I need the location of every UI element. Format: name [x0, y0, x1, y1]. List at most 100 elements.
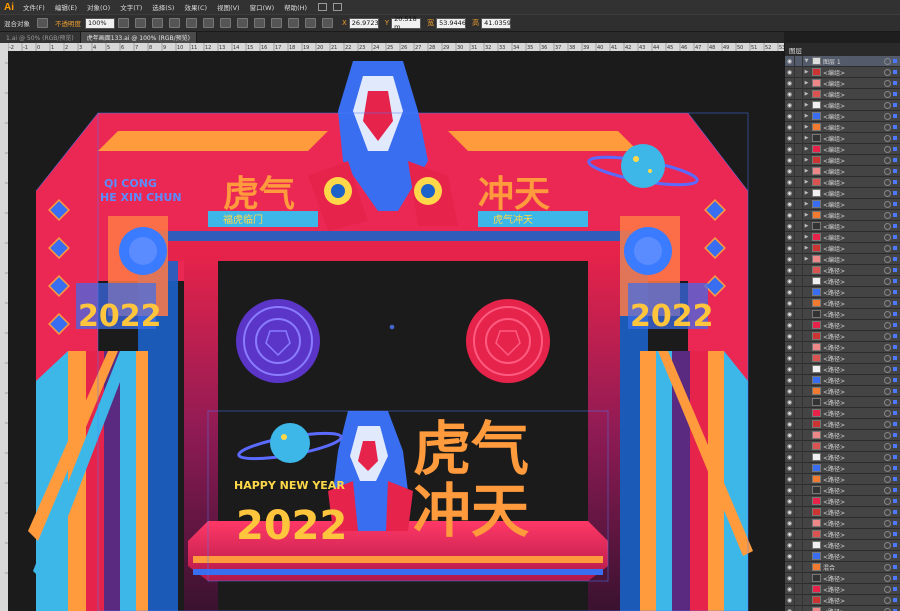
- layer-row[interactable]: ◉ <路径>: [785, 385, 900, 397]
- target-icon[interactable]: [884, 233, 891, 241]
- layer-row[interactable]: ◉ ▶ <编组>: [785, 242, 900, 254]
- target-icon[interactable]: [884, 244, 891, 252]
- visibility-eye-icon[interactable]: ◉: [785, 132, 795, 144]
- target-icon[interactable]: [884, 442, 891, 450]
- visibility-eye-icon[interactable]: ◉: [785, 352, 795, 364]
- target-icon[interactable]: [884, 519, 891, 527]
- lock-toggle[interactable]: [795, 308, 803, 320]
- visibility-eye-icon[interactable]: ◉: [785, 330, 795, 342]
- visibility-eye-icon[interactable]: ◉: [785, 154, 795, 166]
- visibility-eye-icon[interactable]: ◉: [785, 495, 795, 507]
- visibility-eye-icon[interactable]: ◉: [785, 374, 795, 386]
- target-icon[interactable]: [884, 189, 891, 197]
- target-icon[interactable]: [884, 398, 891, 406]
- layer-row[interactable]: ◉ <路径>: [785, 517, 900, 529]
- target-icon[interactable]: [884, 178, 891, 186]
- opacity-field[interactable]: 100%: [85, 17, 115, 29]
- transform-icon[interactable]: [305, 18, 316, 28]
- lock-toggle[interactable]: [795, 121, 803, 133]
- lock-toggle[interactable]: [795, 198, 803, 210]
- lock-toggle[interactable]: [795, 605, 803, 611]
- layer-row[interactable]: ◉ <路径>: [785, 495, 900, 507]
- visibility-eye-icon[interactable]: ◉: [785, 484, 795, 496]
- layer-row[interactable]: ◉ ▶ <编组>: [785, 220, 900, 232]
- visibility-eye-icon[interactable]: ◉: [785, 220, 795, 232]
- menu-item-6[interactable]: 视图(V): [212, 2, 245, 12]
- target-icon[interactable]: [884, 145, 891, 153]
- target-icon[interactable]: [884, 376, 891, 384]
- layer-row[interactable]: ◉ <路径>: [785, 286, 900, 298]
- target-icon[interactable]: [884, 57, 891, 65]
- expand-arrow-icon[interactable]: ▶: [803, 190, 810, 196]
- visibility-eye-icon[interactable]: ◉: [785, 77, 795, 89]
- layer-row[interactable]: ◉ ▶ <编组>: [785, 88, 900, 100]
- target-icon[interactable]: [884, 596, 891, 604]
- layer-row[interactable]: ◉ <路径>: [785, 396, 900, 408]
- vertical-ruler[interactable]: [0, 43, 8, 611]
- visibility-eye-icon[interactable]: ◉: [785, 253, 795, 265]
- visibility-eye-icon[interactable]: ◉: [785, 198, 795, 210]
- target-icon[interactable]: [884, 585, 891, 593]
- lock-toggle[interactable]: [795, 66, 803, 78]
- target-icon[interactable]: [884, 332, 891, 340]
- lock-toggle[interactable]: [795, 143, 803, 155]
- expand-arrow-icon[interactable]: ▶: [803, 80, 810, 86]
- menu-item-5[interactable]: 效果(C): [179, 2, 212, 12]
- layer-row[interactable]: ◉ <路径>: [785, 407, 900, 419]
- lock-toggle[interactable]: [795, 550, 803, 562]
- bridge-icon[interactable]: [318, 3, 328, 11]
- layer-row[interactable]: ◉ ▶ <编组>: [785, 176, 900, 188]
- visibility-eye-icon[interactable]: ◉: [785, 66, 795, 78]
- menu-item-4[interactable]: 选择(S): [147, 2, 179, 12]
- layer-row[interactable]: ◉ <路径>: [785, 308, 900, 320]
- target-icon[interactable]: [884, 508, 891, 516]
- target-icon[interactable]: [884, 387, 891, 395]
- align-center-icon[interactable]: [169, 18, 180, 28]
- align-bottom-icon[interactable]: [237, 18, 248, 28]
- visibility-eye-icon[interactable]: ◉: [785, 506, 795, 518]
- layer-row[interactable]: ◉ ▶ <编组>: [785, 121, 900, 133]
- target-icon[interactable]: [884, 321, 891, 329]
- layer-row[interactable]: ◉ ▶ <编组>: [785, 132, 900, 144]
- visibility-eye-icon[interactable]: ◉: [785, 286, 795, 298]
- layer-row[interactable]: ◉ ▶ <编组>: [785, 253, 900, 265]
- lock-toggle[interactable]: [795, 165, 803, 177]
- lock-toggle[interactable]: [795, 407, 803, 419]
- expand-arrow-icon[interactable]: ▶: [803, 212, 810, 218]
- menu-item-1[interactable]: 编辑(E): [50, 2, 82, 12]
- layer-row[interactable]: ◉ <路径>: [785, 506, 900, 518]
- target-icon[interactable]: [884, 211, 891, 219]
- target-icon[interactable]: [884, 134, 891, 142]
- visibility-eye-icon[interactable]: ◉: [785, 121, 795, 133]
- visibility-eye-icon[interactable]: ◉: [785, 55, 795, 67]
- layer-row[interactable]: ◉ <路径>: [785, 418, 900, 430]
- layer-row[interactable]: ◉ ▶ <编组>: [785, 165, 900, 177]
- visibility-eye-icon[interactable]: ◉: [785, 209, 795, 221]
- visibility-eye-icon[interactable]: ◉: [785, 462, 795, 474]
- arrange-documents-icon[interactable]: [333, 3, 343, 11]
- lock-toggle[interactable]: [795, 440, 803, 452]
- lock-toggle[interactable]: [795, 154, 803, 166]
- height-field[interactable]: 41.0359: [481, 17, 512, 29]
- layer-row[interactable]: ◉ <路径>: [785, 275, 900, 287]
- layer-row[interactable]: ◉ ▶ <编组>: [785, 187, 900, 199]
- visibility-eye-icon[interactable]: ◉: [785, 517, 795, 529]
- visibility-eye-icon[interactable]: ◉: [785, 396, 795, 408]
- distribute-icon[interactable]: [254, 18, 265, 28]
- layer-top[interactable]: ◉ ▼ 图层 1: [785, 55, 900, 67]
- expand-arrow-icon[interactable]: ▶: [803, 113, 810, 119]
- lock-toggle[interactable]: [795, 330, 803, 342]
- target-icon[interactable]: [884, 486, 891, 494]
- expand-arrow-icon[interactable]: ▶: [803, 234, 810, 240]
- target-icon[interactable]: [884, 563, 891, 571]
- layer-row[interactable]: ◉ 混合: [785, 561, 900, 573]
- target-icon[interactable]: [884, 167, 891, 175]
- lock-toggle[interactable]: [795, 385, 803, 397]
- lock-toggle[interactable]: [795, 99, 803, 111]
- layer-row[interactable]: ◉ ▶ <编组>: [785, 231, 900, 243]
- artboard-canvas[interactable]: 2022 2022 福虎临门 虎气冲天 QI CONG HE XIN CHUN …: [8, 51, 784, 611]
- tab-document-2[interactable]: 虎年画面133.ai @ 100% (RGB/预览): [80, 32, 197, 43]
- lock-toggle[interactable]: [795, 275, 803, 287]
- layer-row[interactable]: ◉ ▶ <编组>: [785, 198, 900, 210]
- lock-toggle[interactable]: [795, 583, 803, 595]
